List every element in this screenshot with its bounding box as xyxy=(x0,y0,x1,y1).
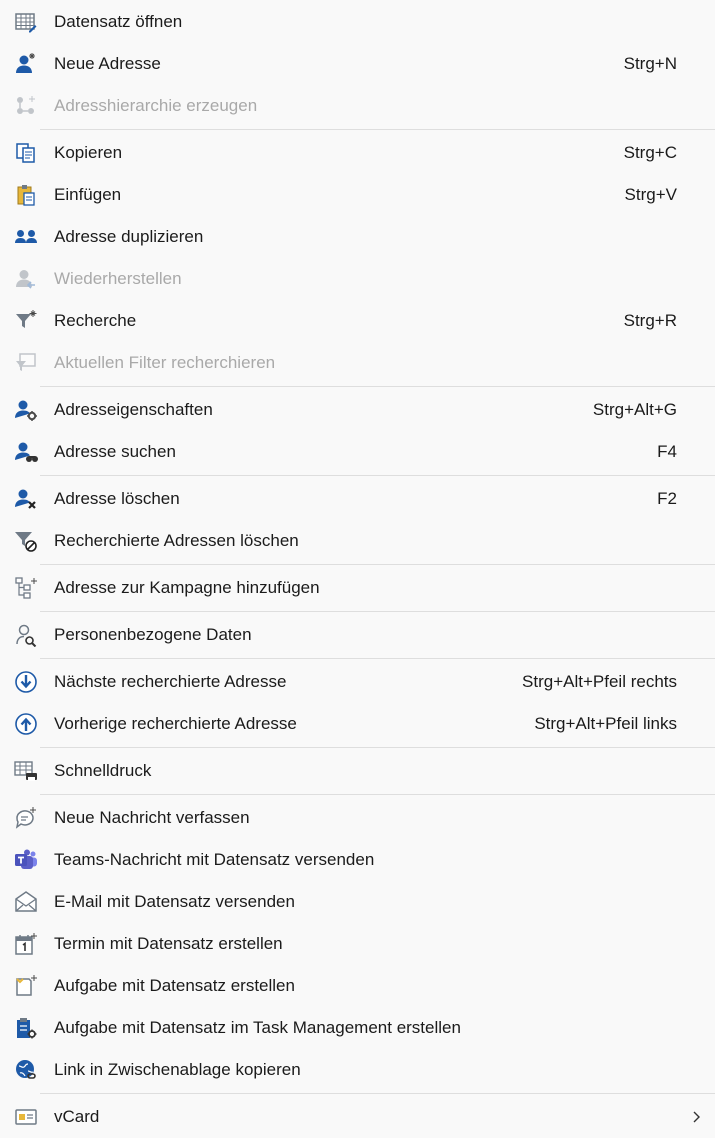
menu-item-label: Vorherige recherchierte Adresse xyxy=(54,714,297,733)
menu-item-label: Termin mit Datensatz erstellen xyxy=(54,934,283,953)
menu-item-label: Adresse löschen xyxy=(54,489,180,508)
menu-item-copy[interactable]: Kopieren Strg+C xyxy=(0,132,715,174)
task-clipboard-icon xyxy=(14,1016,38,1040)
circle-arrow-down-icon xyxy=(14,670,38,694)
menu-item-new-address[interactable]: Neue Adresse Strg+N xyxy=(0,43,715,85)
mail-icon xyxy=(14,890,38,914)
menu-item-open-record[interactable]: Datensatz öffnen xyxy=(0,1,715,43)
menu-item-shortcut: Strg+Alt+Pfeil links xyxy=(534,714,677,733)
chevron-right-icon xyxy=(693,1111,700,1123)
filter-sparkle-icon xyxy=(14,309,38,333)
menu-item-shortcut: Strg+N xyxy=(623,54,677,73)
menu-item-shortcut: Strg+R xyxy=(623,311,677,330)
menu-item-shortcut: Strg+C xyxy=(623,143,677,162)
menu-item-duplicate-address[interactable]: Adresse duplizieren xyxy=(0,216,715,258)
printer-grid-icon xyxy=(14,759,38,783)
menu-item-delete-researched[interactable]: Recherchierte Adressen löschen xyxy=(0,520,715,562)
menu-item-task-management[interactable]: Aufgabe mit Datensatz im Task Management… xyxy=(0,1007,715,1049)
menu-item-label: Adresse zur Kampagne hinzufügen xyxy=(54,578,320,597)
menu-item-label: Adresse suchen xyxy=(54,442,176,461)
copy-icon xyxy=(14,141,38,165)
menu-item-new-message[interactable]: Neue Nachricht verfassen xyxy=(0,797,715,839)
menu-item-find-address[interactable]: Adresse suchen F4 xyxy=(0,431,715,473)
menu-item-label: Teams-Nachricht mit Datensatz versenden xyxy=(54,850,375,869)
menu-item-shortcut: F4 xyxy=(657,442,677,461)
menu-item-teams-message[interactable]: Teams-Nachricht mit Datensatz versenden xyxy=(0,839,715,881)
menu-item-label: Adresshierarchie erzeugen xyxy=(54,96,258,115)
menu-item-paste[interactable]: Einfügen Strg+V xyxy=(0,174,715,216)
person-restore-icon xyxy=(14,267,38,291)
context-menu: Datensatz öffnen Neue Adresse Strg+N Adr… xyxy=(0,0,715,1133)
menu-item-shortcut: F2 xyxy=(657,489,677,508)
menu-item-add-to-campaign[interactable]: Adresse zur Kampagne hinzufügen xyxy=(0,567,715,609)
menu-item-quick-print[interactable]: Schnelldruck xyxy=(0,750,715,792)
menu-item-search[interactable]: Recherche Strg+R xyxy=(0,300,715,342)
menu-item-copy-link[interactable]: Link in Zwischenablage kopieren xyxy=(0,1049,715,1091)
filter-delete-icon xyxy=(14,529,38,553)
circle-arrow-up-icon xyxy=(14,712,38,736)
people-duplicate-icon xyxy=(14,225,38,249)
menu-item-label: Recherchierte Adressen löschen xyxy=(54,531,299,550)
menu-item-current-filter[interactable]: Aktuellen Filter recherchieren xyxy=(0,342,715,384)
menu-item-label: Einfügen xyxy=(54,185,122,204)
menu-item-label: Adresse duplizieren xyxy=(54,227,204,246)
menu-item-label: Nächste recherchierte Adresse xyxy=(54,672,287,691)
menu-item-label: Link in Zwischenablage kopieren xyxy=(54,1060,301,1079)
globe-link-icon xyxy=(14,1058,38,1082)
menu-item-label: Neue Nachricht verfassen xyxy=(54,808,250,827)
campaign-tree-icon xyxy=(14,576,38,600)
table-grid-icon xyxy=(14,10,38,34)
menu-item-appointment[interactable]: Termin mit Datensatz erstellen xyxy=(0,923,715,965)
paste-icon xyxy=(14,183,38,207)
person-binoculars-icon xyxy=(14,440,38,464)
menu-item-next-researched[interactable]: Nächste recherchierte Adresse Strg+Alt+P… xyxy=(0,661,715,703)
menu-item-shortcut: Strg+V xyxy=(624,185,677,204)
chat-add-icon xyxy=(14,806,38,830)
menu-item-label: Aufgabe mit Datensatz erstellen xyxy=(54,976,295,995)
menu-item-label: Datensatz öffnen xyxy=(54,12,183,31)
person-lock-icon xyxy=(14,623,38,647)
menu-item-create-hierarchy[interactable]: Adresshierarchie erzeugen xyxy=(0,85,715,127)
menu-item-task[interactable]: Aufgabe mit Datensatz erstellen xyxy=(0,965,715,1007)
task-note-icon xyxy=(14,974,38,998)
menu-item-label: E-Mail mit Datensatz versenden xyxy=(54,892,295,911)
calendar-icon xyxy=(14,932,38,956)
menu-item-email[interactable]: E-Mail mit Datensatz versenden xyxy=(0,881,715,923)
menu-item-shortcut: Strg+Alt+Pfeil rechts xyxy=(522,672,677,691)
menu-item-vcard[interactable]: vCard xyxy=(0,1096,715,1138)
menu-item-label: Kopieren xyxy=(54,143,123,162)
menu-item-delete-address[interactable]: Adresse löschen F2 xyxy=(0,478,715,520)
menu-item-personal-data[interactable]: Personenbezogene Daten xyxy=(0,614,715,656)
menu-item-restore[interactable]: Wiederherstellen xyxy=(0,258,715,300)
vcard-icon xyxy=(14,1105,38,1129)
person-delete-icon xyxy=(14,487,38,511)
menu-item-label: Adresseigenschaften xyxy=(54,400,213,419)
menu-item-address-properties[interactable]: Adresseigenschaften Strg+Alt+G xyxy=(0,389,715,431)
menu-item-label: Recherche xyxy=(54,311,137,330)
filter-screen-icon xyxy=(14,351,38,375)
menu-item-label: Aktuellen Filter recherchieren xyxy=(54,353,276,372)
person-gear-icon xyxy=(14,398,38,422)
person-add-icon xyxy=(14,52,38,76)
menu-item-shortcut: Strg+Alt+G xyxy=(592,400,677,419)
menu-item-label: Aufgabe mit Datensatz im Task Management… xyxy=(54,1018,461,1037)
menu-item-label: Neue Adresse xyxy=(54,54,161,73)
menu-item-label: Wiederherstellen xyxy=(54,269,182,288)
menu-item-label: vCard xyxy=(54,1107,100,1126)
menu-item-label: Schnelldruck xyxy=(54,761,152,780)
teams-icon xyxy=(14,848,38,872)
menu-item-label: Personenbezogene Daten xyxy=(54,625,252,644)
menu-item-previous-researched[interactable]: Vorherige recherchierte Adresse Strg+Alt… xyxy=(0,703,715,745)
hierarchy-icon xyxy=(14,94,38,118)
